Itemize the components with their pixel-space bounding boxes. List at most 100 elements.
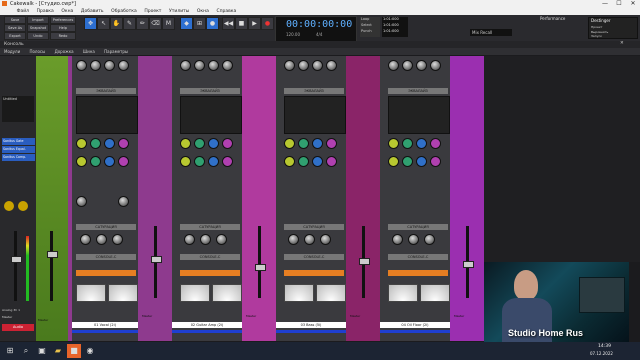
output-label[interactable]: Master [454, 314, 464, 318]
start-button[interactable]: ⊞ [3, 344, 17, 358]
eq-knob[interactable] [180, 156, 191, 167]
eq-knob[interactable] [90, 138, 101, 149]
stop-button[interactable]: ■ [235, 17, 248, 30]
gain-knob[interactable] [4, 201, 14, 211]
volume-fader[interactable] [463, 261, 474, 268]
eq-knob[interactable] [430, 156, 441, 167]
search-button[interactable]: ⌕ [19, 344, 33, 358]
transport-display[interactable]: 00:00:00:00 120.00 4/4 [275, 16, 357, 42]
track-name[interactable]: Audio [2, 324, 34, 331]
import-button[interactable]: Import [27, 16, 49, 24]
menu-insert[interactable]: Добавить [78, 8, 107, 15]
compressor-knob[interactable] [326, 60, 337, 71]
eq-knob[interactable] [416, 156, 427, 167]
eq-knob[interactable] [388, 156, 399, 167]
filter-knob[interactable] [118, 196, 129, 207]
saturation-knob[interactable] [200, 234, 211, 245]
menu-window[interactable]: Окна [194, 8, 212, 15]
send-item[interactable]: Sonitus Comp. [2, 154, 35, 161]
prochannel-slot[interactable]: Untitled [2, 96, 34, 122]
output-label[interactable]: Master [350, 314, 360, 318]
view-strips[interactable]: Полосы [25, 48, 49, 55]
menu-project[interactable]: Проект [141, 8, 164, 15]
cakewalk-taskbar-button[interactable]: ■ [67, 344, 81, 358]
mix-recall-select[interactable]: Mix Recall [470, 29, 512, 36]
eq-header[interactable]: ЭКВАЛАЙЗ [76, 88, 136, 94]
saturation-knob[interactable] [96, 234, 107, 245]
maximize-button[interactable]: ☐ [612, 0, 626, 8]
app-taskbar-button[interactable]: ◉ [83, 344, 97, 358]
eq-knob[interactable] [326, 138, 337, 149]
output-label[interactable]: Master [142, 314, 152, 318]
saturation-knob[interactable] [288, 234, 299, 245]
saturation-knob[interactable] [304, 234, 315, 245]
eq-knob[interactable] [312, 156, 323, 167]
close-button[interactable]: ✕ [626, 0, 640, 8]
play-button[interactable]: ▶ [248, 17, 261, 30]
pan-knob[interactable] [18, 201, 28, 211]
input-label[interactable]: Analog 3h 1 [2, 308, 20, 312]
eq-knob[interactable] [208, 138, 219, 149]
console-emulator-header[interactable]: CONSOLE-C [180, 254, 240, 260]
eq-knob[interactable] [284, 138, 295, 149]
eq-knob[interactable] [222, 138, 233, 149]
tempo-display[interactable]: 120.00 [286, 32, 300, 37]
eq-graph[interactable] [76, 96, 138, 134]
output-label[interactable]: Master [2, 315, 12, 319]
preferences-button[interactable]: Preferences [50, 16, 76, 24]
console-emulator-header[interactable]: CONSOLE-C [284, 254, 344, 260]
menu-utilities[interactable]: Утилиты [166, 8, 192, 15]
eq-graph[interactable] [388, 96, 450, 134]
volume-fader[interactable] [11, 256, 22, 263]
console-emulator-header[interactable]: CONSOLE-C [388, 254, 448, 260]
compressor-knob[interactable] [284, 60, 295, 71]
eq-knob[interactable] [104, 156, 115, 167]
snapshot-button[interactable]: Snapshot [27, 24, 49, 32]
undo-button[interactable]: Undo [27, 32, 49, 40]
eq-knob[interactable] [298, 156, 309, 167]
tape-section[interactable] [76, 270, 136, 276]
clock-date[interactable]: 07.12.2022 [590, 351, 613, 356]
volume-fader[interactable] [151, 256, 162, 263]
saturation-knob[interactable] [112, 234, 123, 245]
draw-tool-button[interactable]: ✏ [136, 17, 149, 30]
eq-knob[interactable] [118, 138, 129, 149]
saturation-knob[interactable] [424, 234, 435, 245]
compressor-knob[interactable] [104, 60, 115, 71]
eq-knob[interactable] [326, 156, 337, 167]
menu-process[interactable]: Обработка [108, 8, 140, 15]
eq-knob[interactable] [416, 138, 427, 149]
eq-knob[interactable] [284, 156, 295, 167]
loop-values[interactable]: 1:01:000 1:01:000 1:01:000 [382, 17, 408, 37]
eq-graph[interactable] [284, 96, 346, 134]
compressor-knob[interactable] [430, 60, 441, 71]
snap-button[interactable]: ⊞ [193, 17, 206, 30]
tape-section[interactable] [284, 270, 344, 276]
compressor-knob[interactable] [416, 60, 427, 71]
output-label[interactable]: Master [38, 318, 48, 322]
eq-knob[interactable] [430, 138, 441, 149]
view-options[interactable]: Параметры [100, 48, 132, 55]
compressor-knob[interactable] [298, 60, 309, 71]
export-button[interactable]: Export [4, 32, 26, 40]
view-bus[interactable]: Шина [79, 48, 99, 55]
compressor-knob[interactable] [118, 60, 129, 71]
track-name[interactable]: 03 Bass (5i) [276, 322, 346, 328]
volume-fader[interactable] [47, 251, 58, 258]
compressor-knob[interactable] [76, 60, 87, 71]
meter-display[interactable]: 4/4 [316, 32, 322, 37]
compressor-knob[interactable] [194, 60, 205, 71]
menu-views[interactable]: Окна [58, 8, 76, 15]
saturation-knob[interactable] [408, 234, 419, 245]
track-name[interactable]: 01 Vocal (2i) [72, 322, 138, 328]
punch-start-value[interactable]: 1:01:000 [383, 29, 399, 33]
saturation-header[interactable]: САТУРАЦИЯ [180, 224, 240, 230]
eq-knob[interactable] [402, 138, 413, 149]
eq-header[interactable]: ЭКВАЛАЙЗ [180, 88, 240, 94]
console-emulator-header[interactable]: CONSOLE-C [76, 254, 136, 260]
eq-knob[interactable] [388, 138, 399, 149]
eq-knob[interactable] [104, 138, 115, 149]
track-name[interactable]: 02 Guitar Amp (2i) [172, 322, 242, 328]
eq-knob[interactable] [180, 138, 191, 149]
eq-knob[interactable] [402, 156, 413, 167]
